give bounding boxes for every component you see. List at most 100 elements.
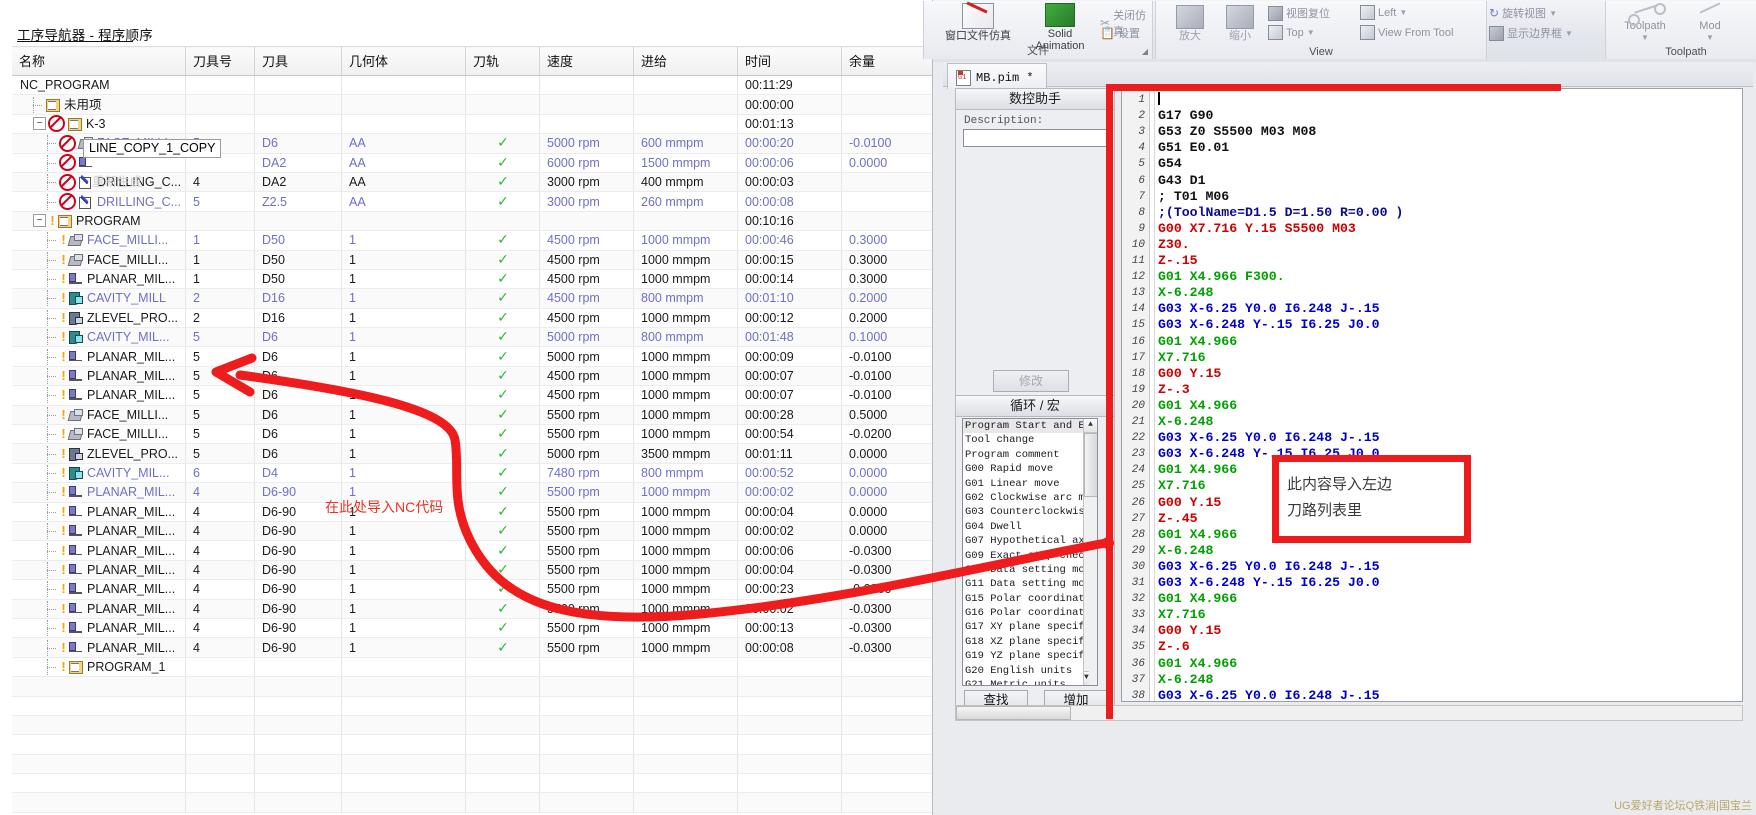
table-row[interactable]: ! PLANAR_MIL... 4 D6-90 1 ✓ 5500 rpm 1000 mmpm 0…	[12, 637, 948, 658]
table-row[interactable]: ! PLANAR_MIL... 5 D6 1 ✓ 5000 rpm 1000 mmpm 00:0…	[12, 346, 948, 367]
cell-operation-name[interactable]: ! PLANAR_MIL...	[12, 579, 186, 600]
cell-operation-name[interactable]: ! PLANAR_MIL...	[12, 599, 186, 619]
table-row[interactable]: ! PLANAR_MIL... 4 D6-90 1 ✓ 5500 rpm 1000 mmpm 0…	[12, 618, 948, 639]
cell-operation-name[interactable]: ! PLANAR_MIL...	[12, 502, 186, 522]
table-row[interactable]: −! PROGRAM 00:10:16	[12, 211, 948, 232]
table-row[interactable]: ! ZLEVEL_PRO... 2 D16 1 ✓ 4500 rpm 1000 mmpm 00:…	[12, 308, 948, 329]
cell-operation-name[interactable]: ! PLANAR_MIL...	[12, 269, 186, 290]
file-group-dialog-launcher-icon[interactable]: ◢	[1142, 47, 1148, 56]
cycle-list-scrollbar[interactable]: ▲ ▼	[1083, 419, 1097, 685]
cycle-list-item[interactable]: G01 Linear move	[963, 477, 1097, 491]
table-row[interactable]: ! CAVITY_MIL... 5 D6 1 ✓ 5000 rpm 800 mmpm 00:01…	[12, 327, 948, 348]
table-row[interactable]: ! CAVITY_MIL... 6 D4 1 ✓ 7480 rpm 800 mmpm 00:00…	[12, 463, 948, 484]
cycle-list-item[interactable]: G21 Metric units	[963, 678, 1097, 685]
cell-operation-name[interactable]: NC_PROGRAM	[12, 75, 186, 96]
mod-button[interactable]: Mod ▼	[1682, 2, 1738, 44]
cell-operation-name[interactable]: −! PROGRAM	[12, 211, 186, 232]
cycle-list-item[interactable]: G11 Data setting mode c...	[963, 577, 1097, 591]
cycle-list-item[interactable]: G09 Exact stop check fo...	[963, 549, 1097, 563]
cycle-list-item[interactable]: G03 Counterclockwise ar...	[963, 505, 1097, 519]
description-input[interactable]	[963, 129, 1109, 147]
tree-expander[interactable]: −	[33, 117, 46, 131]
column-header-name[interactable]: 名称	[12, 46, 186, 76]
chevron-down-icon[interactable]: ▼	[1549, 9, 1557, 18]
cell-operation-name[interactable]: ! PLANAR_MIL...	[12, 540, 186, 561]
cycle-list-item[interactable]: G04 Dwell	[963, 520, 1097, 534]
toolpath-button[interactable]: Toolpath ▼	[1614, 3, 1676, 44]
scroll-up-icon[interactable]: ▲	[1084, 419, 1097, 433]
cell-operation-name[interactable]: ! PLANAR_MIL...	[12, 560, 186, 581]
cell-operation-name[interactable]: ! CAVITY_MILL	[12, 288, 186, 309]
table-row[interactable]: DRILLING_C... 5 Z2.5 AA ✓ 3000 rpm 260 mmpm 00:…	[12, 191, 948, 212]
cell-operation-name[interactable]: ! PLANAR_MIL...	[12, 521, 186, 542]
chevron-down-icon[interactable]: ▼	[1307, 28, 1315, 37]
cycle-list-item[interactable]: G02 Clockwise arc move	[963, 491, 1097, 505]
scrollbar-thumb[interactable]	[1084, 433, 1097, 497]
view-top-item[interactable]: Top ▼	[1268, 25, 1315, 40]
column-header-speed[interactable]: 速度	[539, 46, 634, 76]
cell-operation-name[interactable]: ! PLANAR_MIL...	[12, 482, 186, 503]
cell-operation-name[interactable]: ! FACE_MILLI...	[12, 250, 186, 270]
cell-operation-name[interactable]: DRILLING_C...	[12, 191, 186, 212]
cell-operation-name[interactable]: ! PLANAR_MIL...	[12, 346, 186, 367]
cell-operation-name[interactable]: ! FACE_MILLI...	[12, 230, 186, 251]
table-row[interactable]: ! PLANAR_MIL... 5 D6 1 ✓ 4500 rpm 1000 mmpm 00:0…	[12, 385, 948, 406]
column-header-feed[interactable]: 进给	[633, 46, 738, 76]
cell-operation-name[interactable]: − K-3	[12, 114, 186, 135]
cycle-list-item[interactable]: G15 Polar coordinate mo...	[963, 592, 1097, 606]
view-reset-item[interactable]: 视图复位	[1268, 5, 1330, 21]
column-header-geometry[interactable]: 几何体	[341, 46, 466, 76]
table-row[interactable]: DRILLING_C... 4 DA2 AA ✓ 3000 rpm 400 mmpm 00:0…	[12, 172, 948, 193]
cell-operation-name[interactable]: ! CAVITY_MIL...	[12, 463, 186, 484]
table-row[interactable]: ! PLANAR_MIL... 4 D6-90 1 ✓ 5500 rpm 1000 mmpm 0…	[12, 560, 948, 581]
cycle-list-item[interactable]: G20 English units	[963, 664, 1097, 678]
cell-operation-name[interactable]: ! FACE_MILLI...	[12, 424, 186, 445]
operation-tree-grid[interactable]: 名称 刀具号 刀具 几何体 刀轨 速度 进给 时间 余量 NC_PROGRAM 0…	[12, 46, 948, 813]
table-row[interactable]: ! PLANAR_MIL... 4 D6-90 1 ✓ 5500 rpm 1000 mmpm 0…	[12, 579, 948, 600]
scrollbar-thumb[interactable]	[956, 706, 1071, 720]
column-header-tool[interactable]: 刀具	[254, 46, 342, 76]
show-bounding-box-item[interactable]: 显示边界框 ▼	[1489, 25, 1573, 41]
table-row[interactable]: ! PLANAR_MIL... 4 D6-90 1 ✓ 5500 rpm 1000 mmpm 0…	[12, 599, 948, 619]
table-row[interactable]: ! FACE_MILLI... 1 D50 1 ✓ 4500 rpm 1000 mmpm 00:…	[12, 250, 948, 270]
cycle-macro-list[interactable]: Program Start and End Tool change Program …	[962, 418, 1098, 686]
column-header-toolpath[interactable]: 刀轨	[465, 46, 540, 76]
window-file-sim-button[interactable]: 窗口文件仿真	[934, 1, 1022, 42]
cycle-list-item[interactable]: G07 Hypothetical axis i...	[963, 534, 1097, 548]
tree-expander[interactable]: −	[33, 214, 46, 228]
table-row[interactable]: ! ZLEVEL_PRO... 5 D6 1 ✓ 5000 rpm 3500 mmpm 00:0…	[12, 443, 948, 464]
cycle-list-item[interactable]: Program Start and End	[963, 419, 1097, 434]
rotate-view-item[interactable]: ↻ 旋转视图 ▼	[1489, 5, 1557, 21]
cycle-list-item[interactable]: Program comment	[963, 448, 1097, 462]
view-from-tool-item[interactable]: View From Tool	[1360, 25, 1453, 40]
table-row[interactable]: ! CAVITY_MILL 2 D16 1 ✓ 4500 rpm 800 mmpm 00:01:…	[12, 288, 948, 309]
cell-operation-name[interactable]: ! CAVITY_MIL...	[12, 327, 186, 348]
chevron-down-icon[interactable]: ▼	[1399, 8, 1407, 17]
column-header-time[interactable]: 时间	[737, 46, 842, 76]
table-row[interactable]: ! PLANAR_MIL... 4 D6-90 1 ✓ 5500 rpm 1000 mmpm 0…	[12, 521, 948, 542]
cycle-list-item[interactable]: G17 XY plane specification	[963, 620, 1097, 634]
settings-item[interactable]: 📋 设置	[1100, 25, 1140, 41]
cycle-list-item[interactable]: G19 YZ plane specification	[963, 649, 1097, 663]
cell-operation-name[interactable]: ! ZLEVEL_PRO...	[12, 443, 186, 464]
table-row[interactable]: ! PLANAR_MIL... 5 D6 1 ✓ 4500 rpm 1000 mmpm 00:0…	[12, 366, 948, 387]
cell-operation-name[interactable]: ! ZLEVEL_PRO...	[12, 308, 186, 329]
chevron-down-icon[interactable]: ▼	[1565, 29, 1573, 38]
cycle-list-item[interactable]: G00 Rapid move	[963, 462, 1097, 476]
cell-operation-name[interactable]: ! PLANAR_MIL...	[12, 385, 186, 406]
cell-operation-name[interactable]: ! PLANAR_MIL...	[12, 637, 186, 658]
table-row[interactable]: − K-3 00:01:13	[12, 114, 948, 135]
cycle-list-item[interactable]: Tool change	[963, 433, 1097, 447]
modify-button[interactable]: 修改	[993, 370, 1069, 392]
cycle-list-item[interactable]: G16 Polar coordinate mode	[963, 606, 1097, 620]
cycle-list-item[interactable]: G10 Data setting mode (	[963, 563, 1097, 577]
cell-operation-name[interactable]: ! PLANAR_MIL...	[12, 366, 186, 387]
table-row[interactable]: 未用项 00:00:00	[12, 94, 948, 115]
table-row[interactable]: ! PLANAR_MIL... 4 D6-90 1 ✓ 5500 rpm 1000 mmpm 0…	[12, 540, 948, 561]
table-row[interactable]: ! FACE_MILLI... 5 D6 1 ✓ 5500 rpm 1000 mmpm 00:0…	[12, 424, 948, 445]
cell-operation-name[interactable]: ! PROGRAM_1	[12, 657, 186, 678]
table-row[interactable]: ! FACE_MILLI... 5 D6 1 ✓ 5500 rpm 1000 mmpm 00:0…	[12, 405, 948, 426]
zoom-in-button[interactable]: 放大	[1166, 5, 1214, 42]
table-row[interactable]: ! PLANAR_MIL... 1 D50 1 ✓ 4500 rpm 1000 mmpm 00:…	[12, 269, 948, 290]
table-row[interactable]: ! PLANAR_MIL... 4 D6-90 1 ✓ 5500 rpm 1000 mmpm 0…	[12, 482, 948, 503]
